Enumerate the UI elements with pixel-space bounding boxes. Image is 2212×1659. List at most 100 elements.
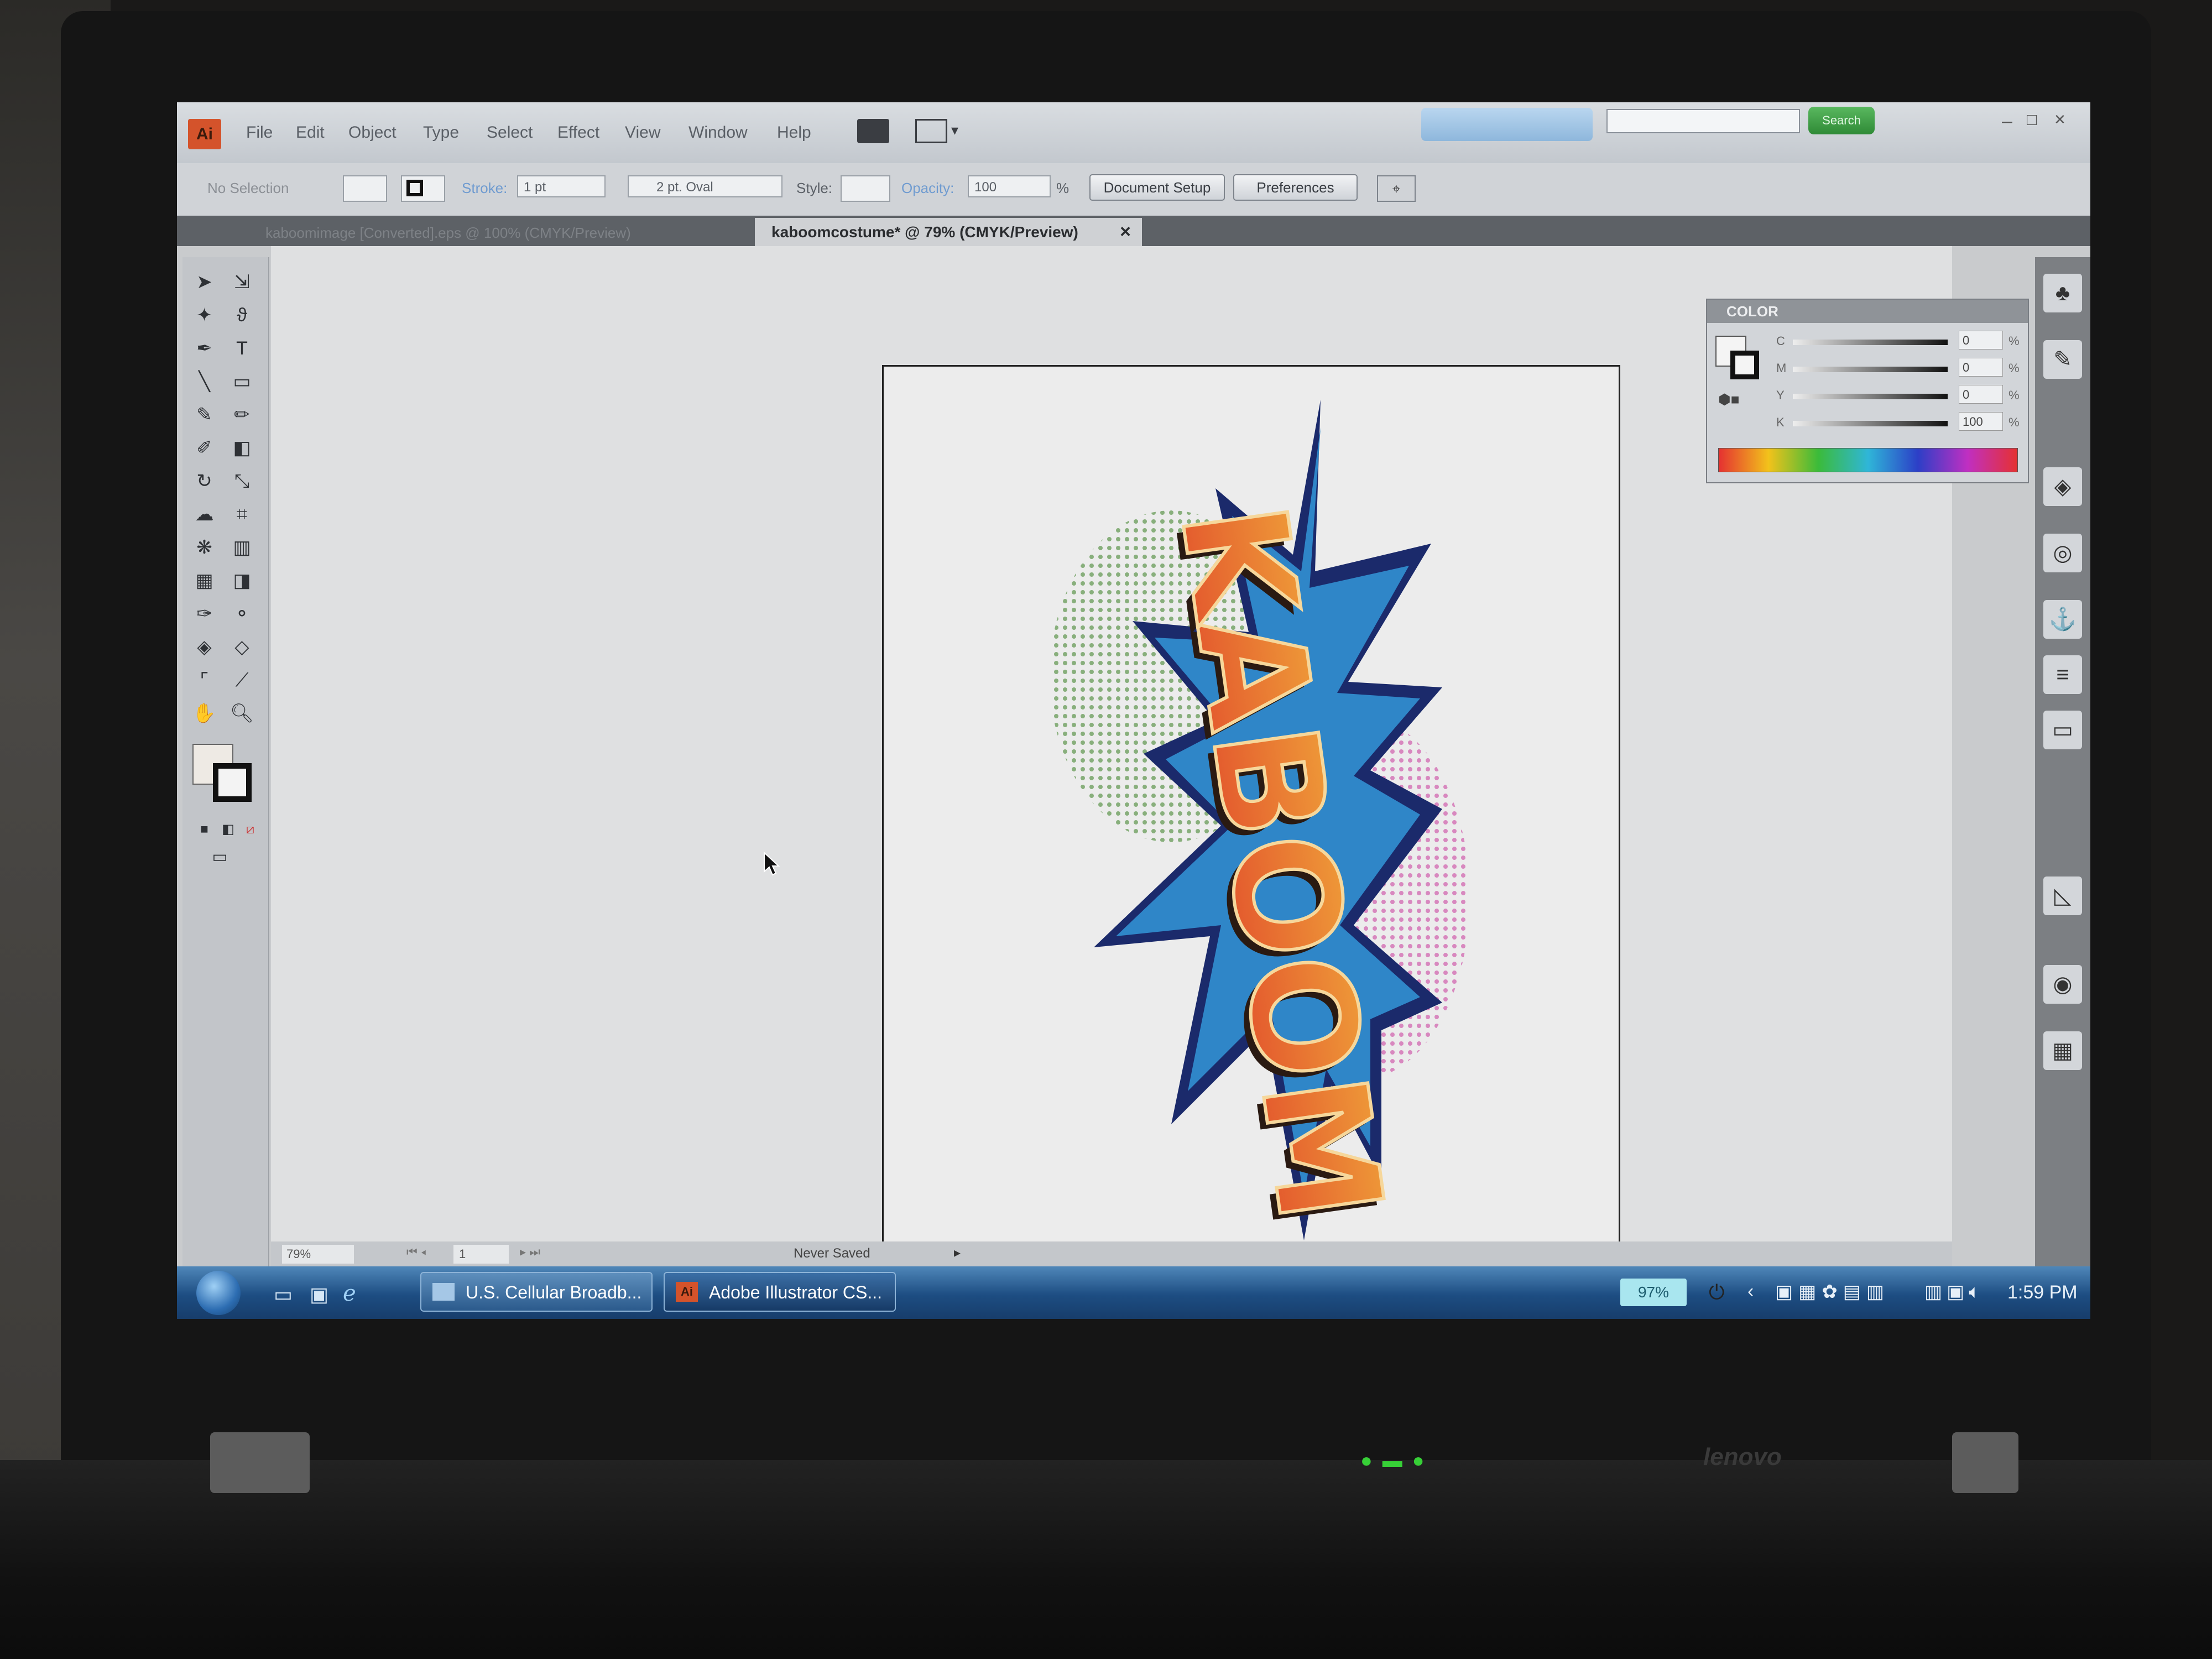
symbols-panel-icon[interactable]: ♣ bbox=[2043, 274, 2082, 312]
stroke-label[interactable]: Stroke: bbox=[462, 180, 507, 197]
yellow-value[interactable]: 0 bbox=[1959, 385, 2003, 404]
lasso-tool-icon[interactable]: ϑ bbox=[227, 301, 257, 329]
brushes-panel-icon[interactable]: ✎ bbox=[2043, 340, 2082, 379]
cyan-slider[interactable] bbox=[1793, 340, 1948, 345]
show-desktop-icon[interactable]: ▭ bbox=[274, 1283, 293, 1306]
magenta-slider[interactable] bbox=[1793, 367, 1948, 372]
illustrator-app-icon[interactable]: Ai bbox=[188, 119, 221, 149]
symbol-sprayer-tool-icon[interactable]: ❋ bbox=[189, 534, 220, 561]
artboard[interactable]: KABOOM KABOOM bbox=[882, 365, 1620, 1319]
menu-object[interactable]: Object bbox=[348, 123, 397, 142]
network-volume-icons[interactable]: ▥▣🔈︎ bbox=[1924, 1281, 1985, 1303]
table-panel-icon[interactable]: ▦ bbox=[2043, 1031, 2082, 1070]
black-value[interactable]: 100 bbox=[1959, 412, 2003, 431]
document-setup-button[interactable]: Document Setup bbox=[1089, 174, 1225, 201]
gradient-panel-icon[interactable]: ▭ bbox=[2043, 711, 2082, 749]
minimize-icon[interactable]: – bbox=[2002, 111, 2012, 132]
free-transform-tool-icon[interactable]: ⌗ bbox=[227, 500, 257, 528]
search-button[interactable]: Search bbox=[1808, 107, 1875, 134]
appearance-panel-icon[interactable]: ◎ bbox=[2043, 534, 2082, 572]
search-input[interactable] bbox=[1606, 109, 1800, 133]
chevron-down-icon[interactable]: ▾ bbox=[951, 122, 958, 139]
pen-tool-icon[interactable]: ✒ bbox=[189, 335, 220, 362]
canvas-area[interactable]: KABOOM KABOOM bbox=[271, 246, 1952, 1319]
paintbrush-tool-icon[interactable]: ✎ bbox=[189, 401, 220, 429]
stroke-color-swatch[interactable] bbox=[213, 763, 252, 802]
stroke-weight-field[interactable]: 1 pt bbox=[517, 175, 606, 197]
blend-tool-icon[interactable]: ⚬ bbox=[227, 600, 257, 628]
isolate-selection-icon[interactable]: ⌖ bbox=[1377, 175, 1416, 202]
column-graph-tool-icon[interactable]: ▥ bbox=[227, 534, 257, 561]
rotate-tool-icon[interactable]: ↻ bbox=[189, 467, 220, 495]
stroke-swatch[interactable] bbox=[401, 175, 445, 202]
blob-brush-tool-icon[interactable]: ✐ bbox=[189, 434, 220, 462]
menu-effect[interactable]: Effect bbox=[557, 123, 599, 142]
menu-edit[interactable]: Edit bbox=[296, 123, 325, 142]
screen-mode-icon[interactable]: ▭ bbox=[205, 843, 235, 871]
yellow-slider[interactable] bbox=[1793, 394, 1948, 399]
graphic-style-select[interactable] bbox=[841, 175, 890, 202]
scale-tool-icon[interactable]: ⤡ bbox=[227, 467, 257, 495]
opacity-label[interactable]: Opacity: bbox=[901, 180, 954, 197]
layers-panel-icon[interactable]: ◈ bbox=[2043, 467, 2082, 506]
warp-tool-icon[interactable]: ☁ bbox=[189, 500, 220, 528]
menu-window[interactable]: Window bbox=[688, 123, 748, 142]
rectangle-tool-icon[interactable]: ▭ bbox=[227, 368, 257, 395]
arrange-documents-icon[interactable] bbox=[915, 119, 947, 143]
status-menu-arrow-icon[interactable]: ▸ bbox=[954, 1245, 961, 1261]
workspace-switcher[interactable] bbox=[1421, 108, 1593, 141]
opacity-field[interactable]: 100 bbox=[968, 175, 1051, 197]
last-page-icon[interactable]: ▸ ⏭ bbox=[520, 1245, 540, 1259]
page-field[interactable]: 1 bbox=[453, 1245, 509, 1264]
taskbar-item-broadband[interactable]: U.S. Cellular Broadb... bbox=[420, 1272, 653, 1312]
menu-help[interactable]: Help bbox=[777, 123, 811, 142]
show-hidden-icons-icon[interactable]: ‹ bbox=[1747, 1281, 1754, 1302]
close-icon[interactable]: × bbox=[2054, 109, 2065, 131]
power-plug-icon[interactable]: ⏻ bbox=[1709, 1281, 1724, 1305]
eyedropper-tool-icon[interactable]: ✑ bbox=[189, 600, 220, 628]
system-clock[interactable]: 1:59 PM bbox=[2007, 1282, 2078, 1303]
start-button[interactable] bbox=[196, 1271, 241, 1315]
document-status[interactable]: Never Saved bbox=[794, 1246, 870, 1261]
hand-tool-icon[interactable]: ✋ bbox=[189, 700, 220, 727]
eraser-tool-icon[interactable]: ◧ bbox=[227, 434, 257, 462]
brush-definition-select[interactable]: 2 pt. Oval bbox=[628, 175, 782, 197]
navigator-panel-icon[interactable]: ◺ bbox=[2043, 877, 2082, 915]
zoom-field[interactable]: 79% bbox=[282, 1245, 354, 1264]
attributes-panel-icon[interactable]: ◉ bbox=[2043, 965, 2082, 1004]
maximize-icon[interactable]: □ bbox=[2027, 111, 2037, 129]
selection-tool-icon[interactable]: ➤ bbox=[189, 268, 220, 296]
pencil-tool-icon[interactable]: ✏ bbox=[227, 401, 257, 429]
live-paint-selection-tool-icon[interactable]: ◇ bbox=[227, 633, 257, 661]
internet-explorer-icon[interactable]: ℯ bbox=[343, 1281, 356, 1306]
close-icon[interactable]: × bbox=[1120, 218, 1131, 246]
zoom-tool-icon[interactable]: 🔍︎ bbox=[227, 700, 257, 727]
color-panel-title[interactable]: COLOR bbox=[1707, 300, 2028, 323]
gradient-tool-icon[interactable]: ◨ bbox=[227, 567, 257, 594]
out-of-gamut-icon[interactable]: ⬢■ bbox=[1718, 391, 1739, 408]
menu-type[interactable]: Type bbox=[423, 123, 459, 142]
direct-selection-tool-icon[interactable]: ⇲ bbox=[227, 268, 257, 296]
menu-select[interactable]: Select bbox=[487, 123, 533, 142]
taskbar-item-illustrator[interactable]: Ai Adobe Illustrator CS... bbox=[664, 1272, 896, 1312]
color-panel-stroke-swatch[interactable] bbox=[1730, 351, 1759, 379]
slice-tool-icon[interactable]: ⟋ bbox=[227, 666, 257, 694]
live-paint-bucket-tool-icon[interactable]: ◈ bbox=[189, 633, 220, 661]
menu-file[interactable]: File bbox=[246, 123, 273, 142]
links-panel-icon[interactable]: ⚓ bbox=[2043, 600, 2082, 639]
system-tray-icons[interactable]: ▣▦✿▤▥ bbox=[1775, 1281, 1890, 1303]
line-tool-icon[interactable]: ╲ bbox=[189, 368, 220, 395]
menu-view[interactable]: View bbox=[625, 123, 660, 142]
battery-indicator[interactable]: 97% bbox=[1620, 1279, 1687, 1306]
black-slider[interactable] bbox=[1793, 421, 1948, 426]
magic-wand-tool-icon[interactable]: ✦ bbox=[189, 301, 220, 329]
bridge-icon[interactable] bbox=[857, 119, 889, 143]
first-page-icon[interactable]: ⏮ ◂ bbox=[406, 1245, 426, 1259]
mesh-tool-icon[interactable]: ▦ bbox=[189, 567, 220, 594]
switch-windows-icon[interactable]: ▣ bbox=[310, 1283, 328, 1306]
none-mode-icon[interactable]: ⧄ bbox=[235, 816, 265, 843]
magenta-value[interactable]: 0 bbox=[1959, 358, 2003, 377]
stroke-panel-icon[interactable]: ≡ bbox=[2043, 655, 2082, 694]
color-spectrum-bar[interactable] bbox=[1718, 448, 2018, 472]
crop-area-tool-icon[interactable]: ⌜ bbox=[189, 666, 220, 694]
